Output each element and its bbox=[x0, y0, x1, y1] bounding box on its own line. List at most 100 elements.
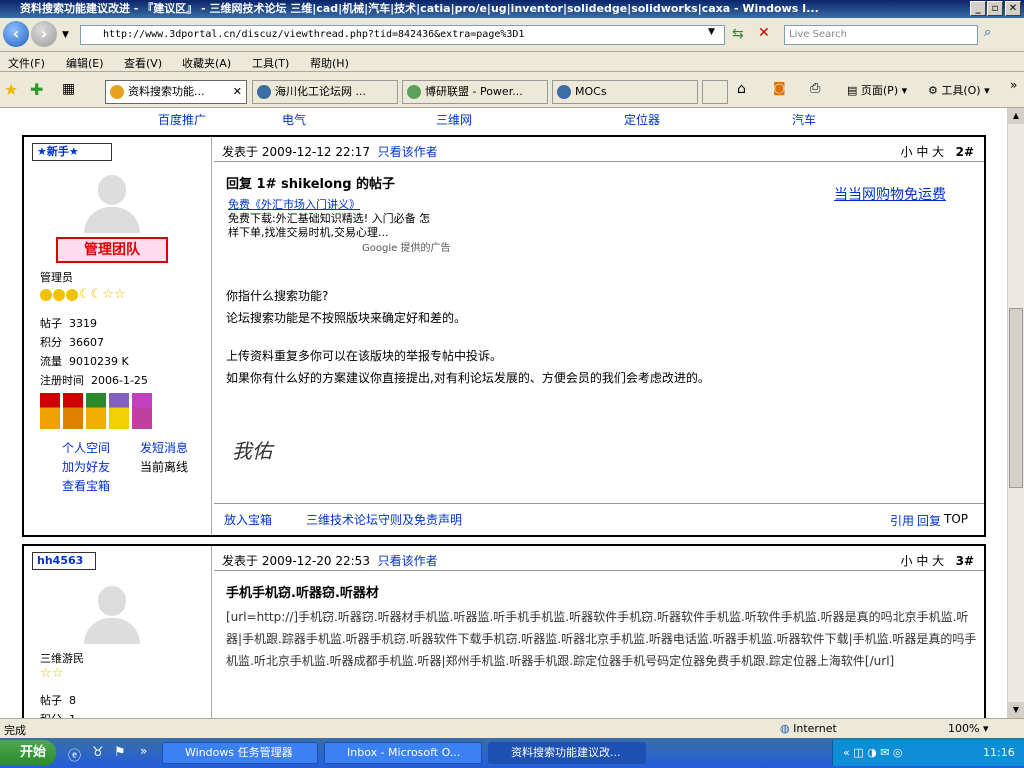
font-size-controls[interactable]: 小 中 大 bbox=[901, 145, 945, 159]
reply-link[interactable]: 回复 bbox=[917, 512, 941, 529]
start-button[interactable]: 开始 bbox=[0, 740, 56, 766]
top-link[interactable]: TOP bbox=[944, 512, 968, 526]
author-role: 管理员 bbox=[40, 271, 73, 284]
nav-link-baidu[interactable]: 百度推广 bbox=[158, 111, 206, 128]
stat-traffic: 流量 9010239 K bbox=[40, 355, 129, 368]
medal-icon bbox=[40, 393, 60, 429]
nav-link-electric[interactable]: 电气 bbox=[282, 111, 306, 128]
tab-boyan[interactable]: 博研联盟 - Power... bbox=[402, 80, 548, 104]
minimize-button[interactable]: _ bbox=[970, 1, 986, 16]
post-time: 发表于 2009-12-20 22:53 只看该作者 bbox=[222, 554, 438, 568]
rank-icons: ☾☾☆☆ bbox=[40, 287, 126, 302]
task-ie-active[interactable]: 资料搜索功能建议改... bbox=[488, 742, 646, 764]
floor-header: 小 中 大 2# bbox=[901, 143, 975, 160]
chevron-more-icon[interactable]: » bbox=[1010, 78, 1017, 92]
quicklaunch-icon-2[interactable]: ⚑ bbox=[114, 745, 126, 760]
new-tab-button[interactable] bbox=[702, 80, 728, 104]
google-ads-label: Google 提供的广告 bbox=[362, 243, 451, 254]
close-tab-icon[interactable]: ✕ bbox=[233, 81, 242, 103]
menu-help[interactable]: 帮助(H) bbox=[310, 55, 349, 71]
font-size-controls[interactable]: 小 中 大 bbox=[901, 554, 945, 568]
post-floor-3: hh4563 三维游民 ☆☆ 帖子 8 积分 1 发表于 2009-12-20 … bbox=[22, 544, 986, 718]
globe-icon: ◍ bbox=[780, 722, 790, 735]
scroll-thumb[interactable] bbox=[1009, 308, 1023, 488]
window-title-bar[interactable]: 资料搜索功能建议改进 - 『建议区』 - 三维网技术论坛 三维|cad|机械|汽… bbox=[0, 0, 1024, 18]
send-message-link[interactable]: 发短消息 bbox=[140, 439, 188, 456]
post-content: 你指什么搜索功能? 论坛搜索功能是不按照版块来确定好和差的。 上传资料重复多你可… bbox=[226, 289, 710, 385]
search-input[interactable]: Live Search bbox=[784, 25, 978, 45]
tab-favicon-icon bbox=[557, 85, 571, 99]
quicklaunch-icon[interactable]: ♉ bbox=[92, 745, 104, 760]
view-treasure-link[interactable]: 查看宝箱 bbox=[62, 477, 110, 494]
author-name[interactable]: hh4563 bbox=[32, 552, 96, 570]
tools-menu[interactable]: ⚙ 工具(O) ▾ bbox=[928, 82, 990, 98]
task-task-manager[interactable]: Windows 任务管理器 bbox=[162, 742, 318, 764]
personal-space-link[interactable]: 个人空间 bbox=[62, 439, 110, 456]
post-title: 手机手机窃.听器窃.听器材 bbox=[226, 586, 379, 601]
medals bbox=[40, 393, 155, 432]
avatar bbox=[82, 173, 142, 235]
search-icon[interactable]: ⌕ bbox=[984, 25, 991, 40]
menu-favorites[interactable]: 收藏夹(A) bbox=[182, 55, 231, 71]
rules-link[interactable]: 三维技术论坛守则及免责声明 bbox=[306, 511, 462, 528]
medal-icon bbox=[132, 393, 152, 429]
menu-tools[interactable]: 工具(T) bbox=[252, 55, 289, 71]
stat-register: 注册时间 2006-1-25 bbox=[40, 374, 148, 387]
history-dropdown-icon[interactable]: ▼ bbox=[62, 30, 69, 40]
menu-file[interactable]: 文件(F) bbox=[8, 55, 45, 71]
address-input[interactable]: http://www.3dportal.cn/discuz/viewthread… bbox=[80, 25, 725, 45]
add-favorite-icon[interactable]: ✚ bbox=[30, 80, 43, 99]
zoom-level[interactable]: 100% ▾ bbox=[948, 722, 988, 735]
address-dropdown-icon[interactable]: ▼ bbox=[708, 27, 715, 37]
only-author-link[interactable]: 只看该作者 bbox=[378, 145, 438, 159]
nav-link-3d[interactable]: 三维网 bbox=[436, 111, 472, 128]
home-icon[interactable]: ⌂ bbox=[737, 81, 746, 97]
vertical-scrollbar[interactable]: ▲ ▼ bbox=[1007, 108, 1024, 718]
back-button[interactable]: ‹ bbox=[3, 21, 29, 47]
maximize-button[interactable]: ▫ bbox=[987, 1, 1003, 16]
tab-favicon-icon bbox=[257, 85, 271, 99]
favorites-star-icon[interactable]: ★ bbox=[4, 80, 18, 99]
print-icon[interactable]: ⎙ bbox=[810, 81, 820, 96]
nav-link-car[interactable]: 汽车 bbox=[792, 111, 816, 128]
chevron-more-icon[interactable]: » bbox=[140, 744, 147, 758]
quote-link[interactable]: 引用 bbox=[890, 512, 914, 529]
floor-number: 2# bbox=[955, 145, 974, 159]
tray-icons[interactable]: « ◫ ◑ ✉ ◎ bbox=[843, 746, 903, 759]
quick-tabs-icon[interactable]: ▦ bbox=[62, 81, 75, 97]
tab-favicon-icon bbox=[407, 85, 421, 99]
signature-image: 我佑 bbox=[232, 439, 272, 463]
forward-button[interactable]: › bbox=[31, 21, 57, 47]
menu-bar: 文件(F) 编辑(E) 查看(V) 收藏夹(A) 工具(T) 帮助(H) bbox=[0, 52, 1024, 72]
add-to-treasure-link[interactable]: 放入宝箱 bbox=[224, 511, 272, 528]
dangdang-promo-link[interactable]: 当当网购物免运费 bbox=[834, 184, 946, 204]
menu-edit[interactable]: 编辑(E) bbox=[66, 55, 104, 71]
close-window-button[interactable]: ✕ bbox=[1005, 1, 1021, 16]
tab-mocs[interactable]: MOCs bbox=[552, 80, 698, 104]
scroll-up-icon[interactable]: ▲ bbox=[1008, 108, 1024, 124]
task-outlook[interactable]: Inbox - Microsoft O... bbox=[324, 742, 482, 764]
tab-active[interactable]: 资料搜索功能... ✕ bbox=[105, 80, 247, 104]
add-friend-link[interactable]: 加为好友 bbox=[62, 458, 110, 475]
only-author-link[interactable]: 只看该作者 bbox=[378, 554, 438, 568]
ie-quicklaunch-icon[interactable]: ⓔ bbox=[68, 745, 81, 764]
refresh-icon[interactable]: ⇆ bbox=[732, 26, 744, 42]
feeds-icon[interactable]: ◙ bbox=[773, 81, 786, 96]
status-bar: 完成 ◍ Internet 100% ▾ bbox=[0, 718, 1024, 738]
author-panel: ★新手★ 管理团队 管理员 ☾☾☆☆ 帖子 3319 积分 36607 流量 9… bbox=[24, 137, 212, 535]
post-floor-2: ★新手★ 管理团队 管理员 ☾☾☆☆ 帖子 3319 积分 36607 流量 9… bbox=[22, 135, 986, 537]
tab-haichuan[interactable]: 海川化工论坛网 ... bbox=[252, 80, 398, 104]
post-time: 发表于 2009-12-12 22:17 只看该作者 bbox=[222, 145, 438, 159]
tab-favicon-icon bbox=[110, 85, 124, 99]
post-title: 回复 1# shikelong 的帖子 bbox=[226, 177, 396, 192]
medal-icon bbox=[86, 393, 106, 429]
status-text: 完成 bbox=[4, 724, 26, 737]
stop-icon[interactable]: ✕ bbox=[758, 25, 770, 41]
page-menu[interactable]: ▤ 页面(P) ▾ bbox=[847, 82, 907, 98]
author-name[interactable]: ★新手★ bbox=[32, 143, 112, 161]
admin-team-badge: 管理团队 bbox=[56, 237, 168, 263]
scroll-down-icon[interactable]: ▼ bbox=[1008, 702, 1024, 718]
menu-view[interactable]: 查看(V) bbox=[124, 55, 162, 71]
nav-link-locator[interactable]: 定位器 bbox=[624, 111, 660, 128]
author-panel: hh4563 三维游民 ☆☆ 帖子 8 积分 1 bbox=[24, 546, 212, 718]
